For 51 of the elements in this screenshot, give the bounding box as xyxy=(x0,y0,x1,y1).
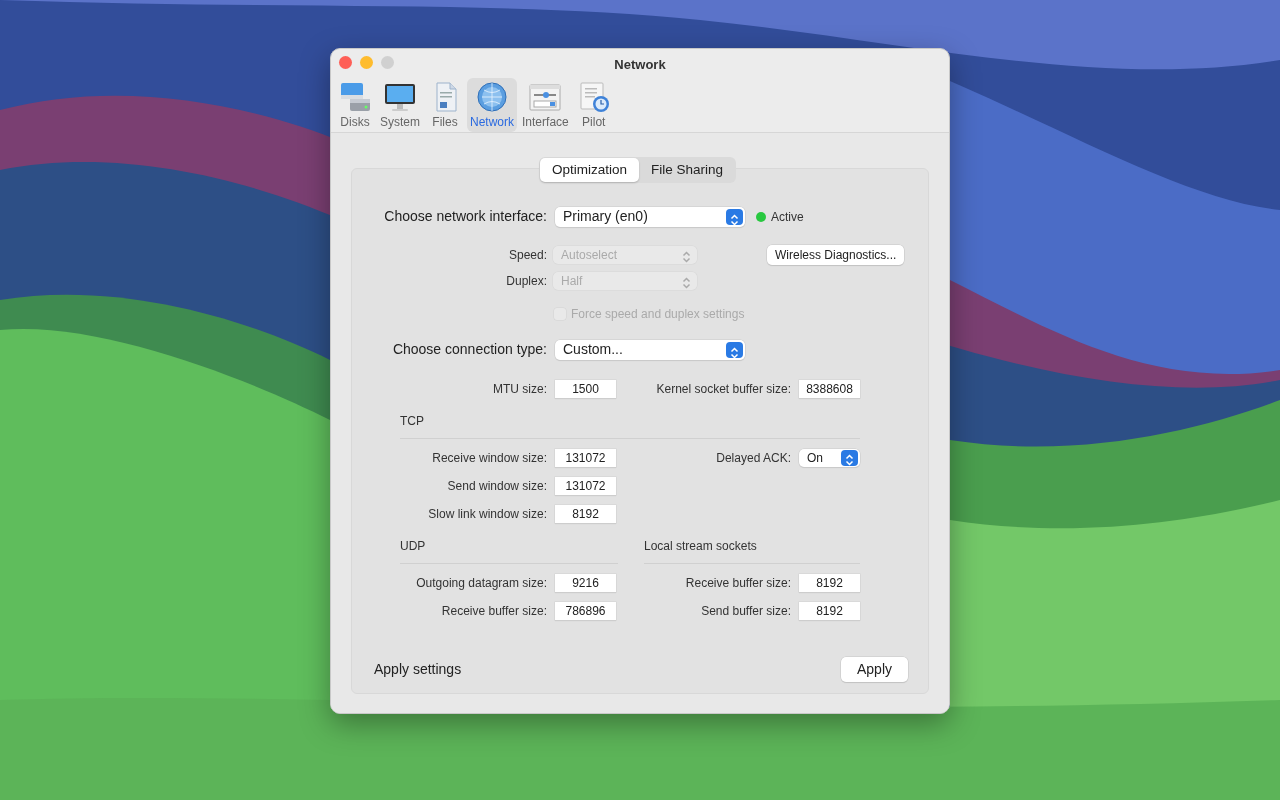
section-header: Local stream sockets xyxy=(644,539,757,553)
field-label: Send window size: xyxy=(446,478,547,495)
field-label: Kernel socket buffer size: xyxy=(655,381,791,398)
chevron-icon xyxy=(726,208,743,225)
field-label: Choose network interface: xyxy=(383,207,547,226)
number-field[interactable]: 786896 xyxy=(555,602,616,620)
toolbar-tab[interactable]: Pilot xyxy=(573,77,614,132)
toolbar-tab[interactable]: Interface xyxy=(519,77,572,132)
zoom-button[interactable] xyxy=(381,56,394,69)
field-label: Receive buffer size: xyxy=(440,603,547,620)
apply-label: Apply settings xyxy=(374,660,462,679)
toolbar-tab[interactable]: System xyxy=(377,77,423,132)
field-label: Speed: xyxy=(507,247,547,264)
checkbox-label: Force speed and duplex settings xyxy=(571,306,745,323)
popup-menu[interactable]: Custom... xyxy=(555,339,745,360)
field-label: Delayed ACK: xyxy=(715,450,791,467)
field-label: Receive window size: xyxy=(431,450,547,467)
number-field[interactable]: 131072 xyxy=(555,449,616,467)
tab[interactable]: Optimization xyxy=(540,158,640,183)
number-field[interactable]: 8192 xyxy=(799,602,860,620)
field-label: MTU size: xyxy=(492,381,547,398)
apply-button[interactable]: Apply xyxy=(840,657,908,682)
field-label: Receive buffer size: xyxy=(684,575,791,592)
status-label: Active xyxy=(771,208,804,226)
number-field[interactable]: 8192 xyxy=(555,505,616,523)
field-label: Send buffer size: xyxy=(700,603,791,620)
field-label: Duplex: xyxy=(505,273,547,290)
number-field[interactable]: 1500 xyxy=(555,380,616,398)
window-title: Network xyxy=(614,57,666,72)
minimize-button[interactable] xyxy=(360,56,373,69)
globe-icon xyxy=(475,79,509,114)
field-label: Slow link window size: xyxy=(427,506,547,523)
section-header: TCP xyxy=(400,414,424,428)
popup-menu[interactable]: On xyxy=(799,449,860,467)
toolbar-tab[interactable]: Disks xyxy=(335,77,375,132)
diagnostics-button[interactable]: Wireless Diagnostics... xyxy=(767,245,905,265)
tab[interactable]: File Sharing xyxy=(639,158,736,183)
field-label: Outgoing datagram size: xyxy=(415,575,547,592)
status-dot xyxy=(756,211,766,222)
number-field[interactable]: 8192 xyxy=(799,574,860,592)
toolbar-tab[interactable]: Network xyxy=(467,77,518,132)
number-field[interactable]: 131072 xyxy=(555,477,616,495)
number-field[interactable]: 9216 xyxy=(555,574,616,592)
chevron-icon xyxy=(841,450,858,466)
popup-menu[interactable]: Primary (en0) xyxy=(555,206,745,227)
number-field[interactable]: 8388608 xyxy=(799,380,860,398)
close-button[interactable] xyxy=(339,56,352,69)
toolbar-tab[interactable]: Files xyxy=(425,77,465,132)
section-header: UDP xyxy=(400,539,426,553)
chevron-icon xyxy=(726,341,743,358)
field-label: Choose connection type: xyxy=(391,340,547,359)
